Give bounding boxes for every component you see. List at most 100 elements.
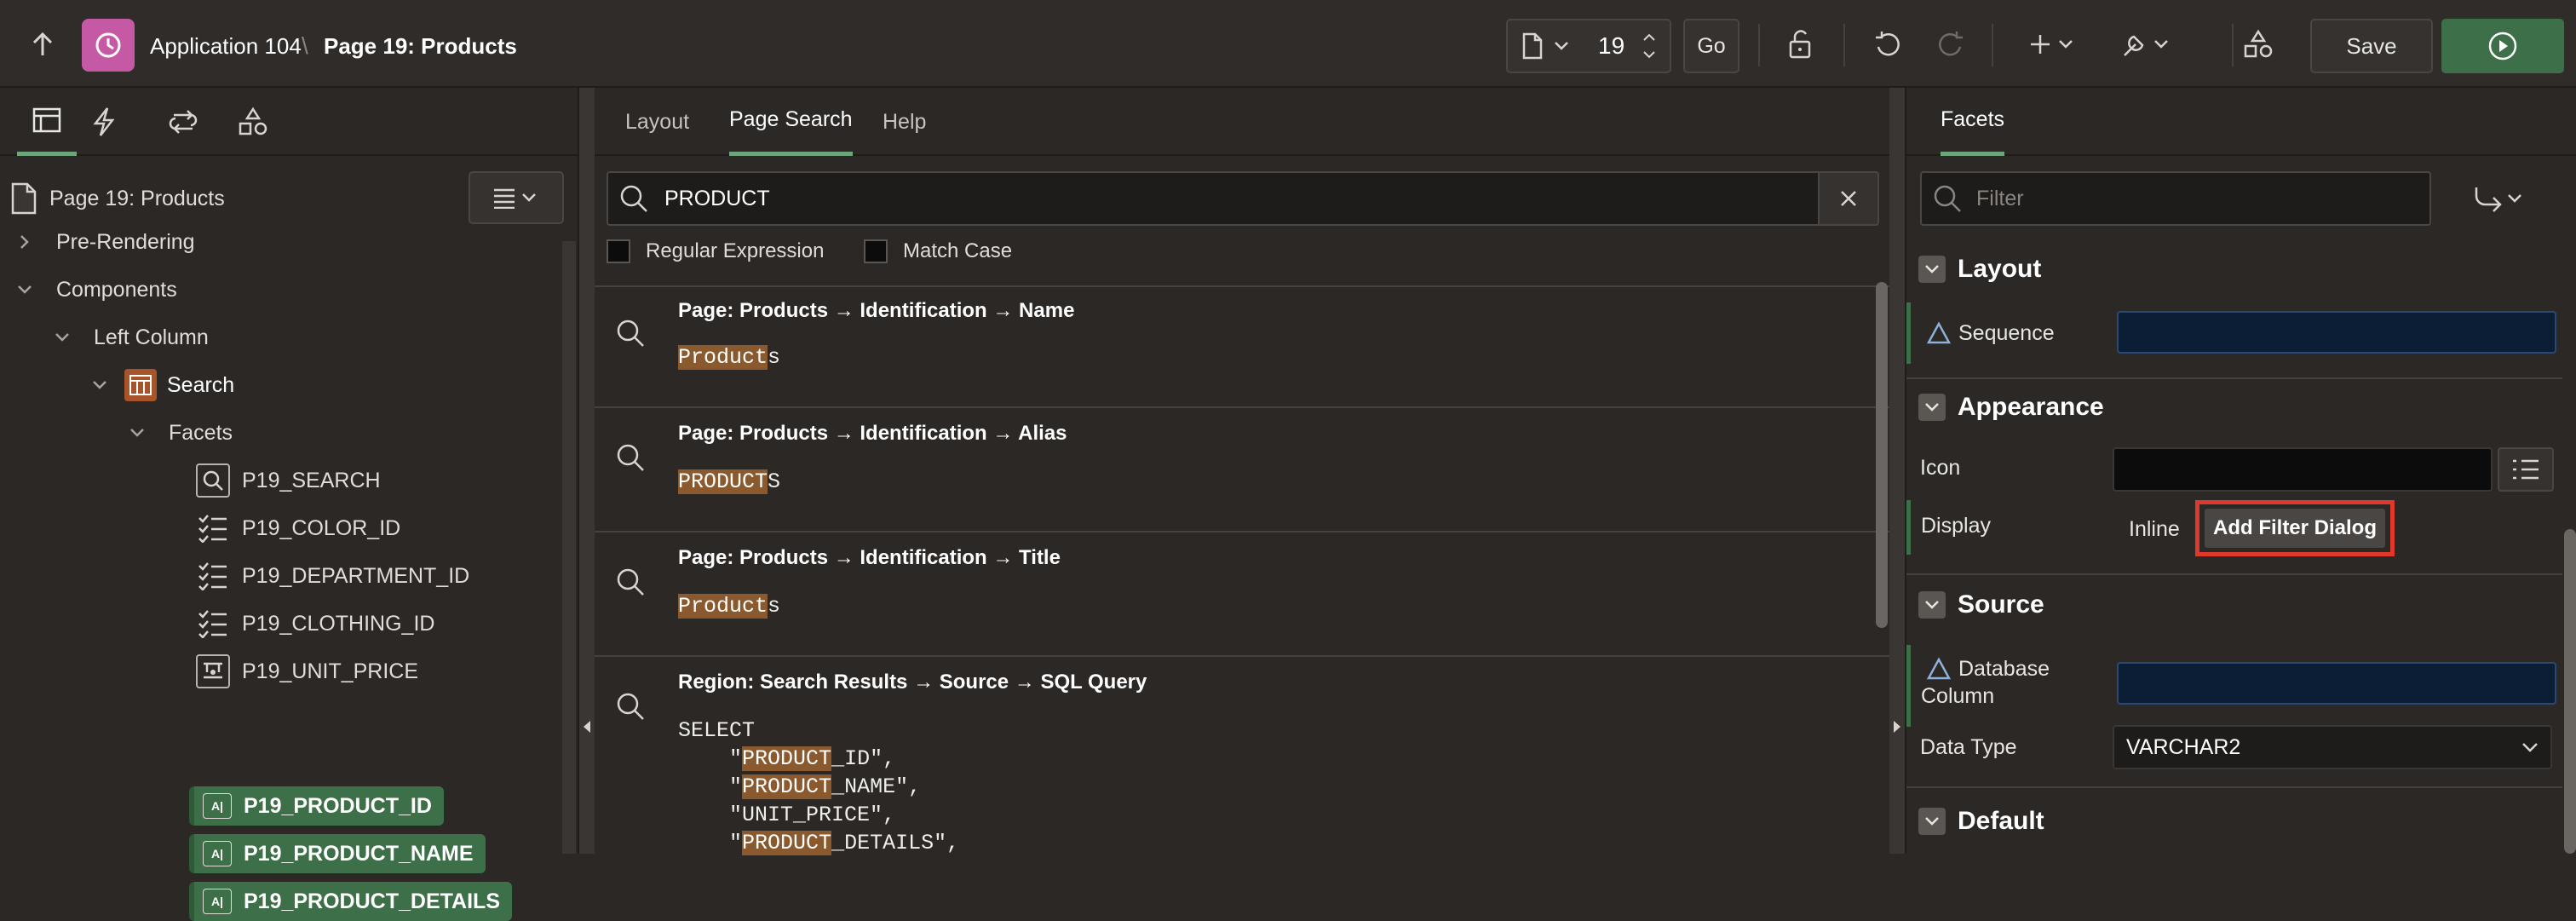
section-layout[interactable]: Layout (1918, 239, 2041, 299)
page-stepper[interactable] (1627, 19, 1671, 73)
prop-label: Column (1921, 684, 1995, 708)
tree-label: P19_PRODUCT_DETAILS (244, 889, 500, 913)
chevron-right-icon[interactable] (12, 229, 37, 255)
tree-label: Facets (169, 420, 233, 445)
section-appearance[interactable]: Appearance (1918, 377, 2104, 437)
regex-option[interactable]: Regular Expression (607, 239, 824, 263)
redo-icon[interactable] (1934, 27, 1968, 61)
tree-item-p19-product-name[interactable]: A| P19_PRODUCT_NAME (189, 834, 486, 873)
create-menu-button[interactable] (2027, 27, 2079, 61)
regex-checkbox[interactable] (607, 239, 630, 263)
lock-icon[interactable] (1785, 27, 1820, 61)
display-option-add-filter-dialog[interactable]: Add Filter Dialog (2195, 500, 2395, 556)
tree-item-p19-search[interactable]: P19_SEARCH (196, 457, 381, 504)
search-result[interactable]: Region: Search Results → Source → SQL Qu… (595, 657, 1889, 861)
result-title: Page: Products → Identification → Name (678, 299, 1075, 322)
shared-components-tab-icon[interactable] (237, 106, 269, 137)
tree-item-p19-unit-price[interactable]: P19_UNIT_PRICE (196, 648, 418, 695)
left-scrollbar[interactable] (562, 241, 576, 854)
search-input[interactable]: PRODUCT (664, 187, 770, 211)
chevron-down-icon[interactable] (87, 372, 112, 398)
icon-picker-button[interactable] (2498, 447, 2554, 492)
tree-item-pre-rendering[interactable]: Pre-Rendering (12, 218, 195, 266)
tree-item-p19-color-id[interactable]: P19_COLOR_ID (196, 504, 400, 552)
tree-item-search[interactable]: Search (87, 361, 234, 409)
tab-page-search[interactable]: Page Search (729, 88, 853, 156)
chevron-down-icon[interactable] (1918, 591, 1946, 619)
processing-icon[interactable] (167, 106, 199, 137)
chevron-down-icon[interactable] (1918, 394, 1946, 421)
filter-field[interactable]: Filter (1920, 171, 2431, 226)
sql-line: "PRODUCT_ID", (729, 746, 896, 771)
app-icon[interactable] (82, 19, 135, 72)
stepper-down-icon (1643, 51, 1655, 59)
tree-item-p19-department-id[interactable]: P19_DEPARTMENT_ID (196, 552, 469, 600)
database-column-input[interactable] (2117, 662, 2556, 705)
chevron-down-icon[interactable] (1918, 256, 1946, 283)
search-result[interactable]: Page: Products → Identification → Name P… (595, 285, 1889, 408)
tree-item-p19-product-id[interactable]: A| P19_PRODUCT_ID (189, 786, 444, 826)
sequence-input[interactable] (2117, 311, 2556, 354)
search-result[interactable]: Page: Products → Identification → Alias … (595, 408, 1889, 532)
toolbar-divider (1843, 24, 1845, 66)
tree-label: P19_UNIT_PRICE (242, 659, 419, 683)
run-page-button[interactable] (2441, 19, 2564, 73)
checkbox-group-icon (196, 511, 230, 545)
undo-icon[interactable] (1871, 27, 1905, 61)
tree-menu-button[interactable] (469, 171, 564, 224)
match-highlight: PRODUCT (742, 831, 832, 855)
search-icon (615, 567, 646, 597)
left-splitter[interactable] (579, 88, 595, 854)
utilities-menu-button[interactable] (2119, 27, 2172, 61)
result-snippet: Products (678, 345, 780, 370)
tree-item-facets[interactable]: Facets (124, 409, 233, 457)
section-default[interactable]: Default (1918, 791, 2044, 851)
display-option-label: Add Filter Dialog (2205, 509, 2385, 548)
dynamic-actions-icon[interactable] (90, 106, 118, 137)
search-icon (615, 691, 646, 722)
tree-label: P19_SEARCH (242, 468, 381, 492)
match-case-checkbox[interactable] (864, 239, 888, 263)
prop-label: Display (1921, 514, 1991, 538)
go-button[interactable]: Go (1683, 19, 1739, 73)
go-to-group-button[interactable] (2440, 171, 2557, 226)
required-warning-icon (1926, 657, 1952, 681)
breadcrumb-app[interactable]: Application 104 (150, 29, 302, 63)
shared-components-icon[interactable] (2239, 27, 2278, 61)
match-case-option[interactable]: Match Case (864, 239, 1012, 263)
rendering-tab-icon[interactable] (17, 88, 77, 156)
clear-search-button[interactable] (1818, 171, 1879, 226)
tree-item-left-column[interactable]: Left Column (49, 314, 209, 361)
chevron-down-icon[interactable] (1918, 808, 1946, 835)
right-splitter[interactable] (1889, 88, 1905, 854)
save-button[interactable]: Save (2310, 19, 2433, 73)
tab-layout[interactable]: Layout (625, 88, 689, 156)
tree-item-components[interactable]: Components (12, 266, 177, 314)
search-result[interactable]: Page: Products → Identification → Title … (595, 532, 1889, 657)
rendering-tree-panel: Page 19: Products Pre-Rendering Componen… (0, 88, 579, 921)
tree-item-p19-clothing-id[interactable]: P19_CLOTHING_ID (196, 600, 434, 648)
tree-label: P19_DEPARTMENT_ID (242, 563, 470, 588)
toolbar-divider (2232, 24, 2234, 66)
chevron-down-icon[interactable] (124, 420, 150, 446)
up-arrow-icon[interactable] (27, 29, 58, 60)
tab-help[interactable]: Help (883, 88, 926, 156)
tree-root-page[interactable]: Page 19: Products (10, 175, 225, 222)
tree-item-p19-product-details[interactable]: A| P19_PRODUCT_DETAILS (189, 882, 512, 921)
faceted-search-icon (124, 369, 157, 401)
display-option-inline[interactable]: Inline (2129, 517, 2180, 542)
chevron-down-icon[interactable] (12, 277, 37, 302)
page-number-input[interactable]: 19 (1598, 32, 1624, 60)
filter-input[interactable]: Filter (1976, 187, 2024, 211)
snippet-text: S (768, 469, 781, 494)
icon-input[interactable] (2113, 447, 2493, 492)
page-search-field[interactable]: PRODUCT (607, 171, 1828, 226)
tab-facets[interactable]: Facets (1941, 88, 2005, 156)
chevron-down-icon[interactable] (49, 325, 75, 350)
result-title: Page: Products → Identification → Title (678, 546, 1061, 569)
section-source[interactable]: Source (1918, 575, 2044, 635)
mid-scrollbar-thumb[interactable] (1876, 282, 1888, 628)
right-scrollbar-thumb[interactable] (2564, 529, 2576, 854)
right-tabs: Facets (1906, 88, 2576, 156)
data-type-select[interactable]: VARCHAR2 (2113, 725, 2552, 769)
